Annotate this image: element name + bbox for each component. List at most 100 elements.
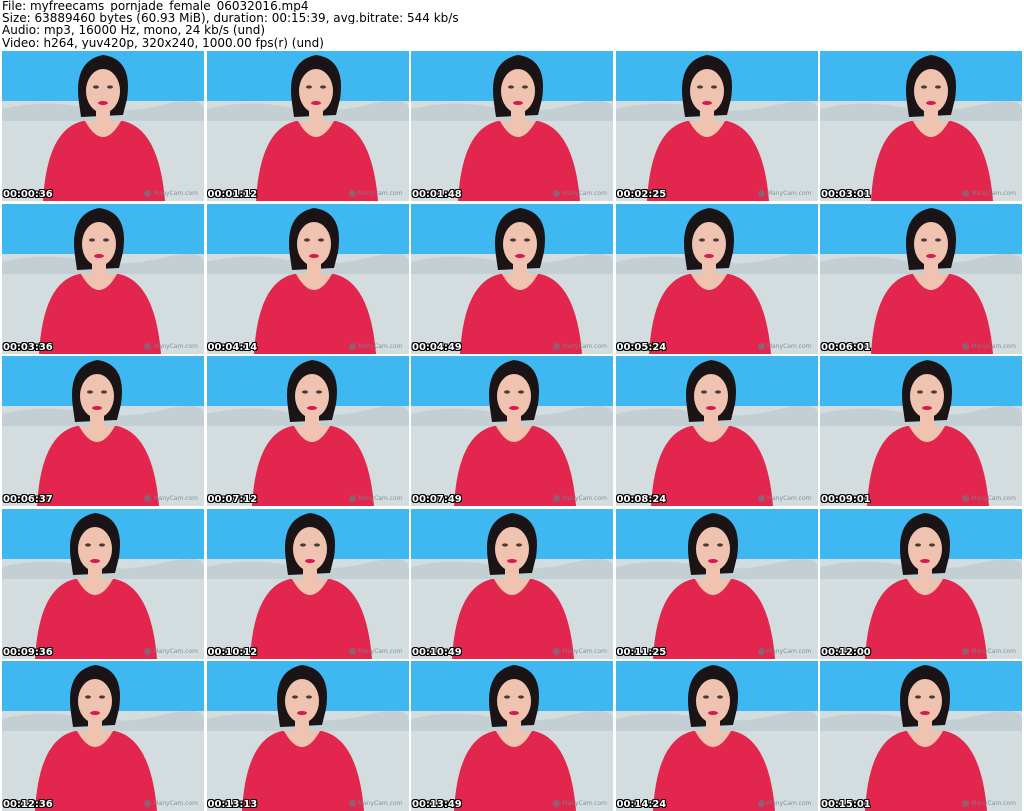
watermark: ManyCam.com xyxy=(144,495,198,502)
thumbnail-grid: ManyCam.com 00:00:36 ManyCam.com 00:01:12 Ma… xyxy=(2,51,1022,811)
frame-timestamp: 00:03:36 xyxy=(3,341,53,353)
frame-image xyxy=(206,508,409,659)
watermark: ManyCam.com xyxy=(348,647,403,655)
frame-image xyxy=(206,51,409,201)
watermark: ManyCam.com xyxy=(348,342,403,350)
watermark: ManyCam.com xyxy=(144,342,198,350)
watermark-logo-icon xyxy=(144,647,152,655)
watermark-logo-icon xyxy=(144,190,152,197)
video-frame-thumbnail: ManyCam.com 00:12:00 xyxy=(820,508,1022,659)
watermark: ManyCam.com xyxy=(757,190,812,197)
frame-image xyxy=(411,51,613,201)
watermark-logo-icon xyxy=(757,495,765,502)
watermark: ManyCam.com xyxy=(553,495,607,502)
watermark-text: ManyCam.com xyxy=(766,190,812,197)
watermark: ManyCam.com xyxy=(757,647,812,655)
watermark-logo-icon xyxy=(757,800,765,807)
watermark-text: ManyCam.com xyxy=(153,647,198,655)
watermark: ManyCam.com xyxy=(348,495,403,502)
watermark-logo-icon xyxy=(757,190,765,197)
file-info-header: File: myfreecams_pornjade_female_0603201… xyxy=(2,0,1022,50)
frame-timestamp: 00:10:12 xyxy=(207,646,258,658)
watermark-logo-icon xyxy=(757,647,765,655)
watermark-logo-icon xyxy=(348,647,356,655)
frame-timestamp: 00:04:14 xyxy=(207,341,258,353)
file-size-line: Size: 63889460 bytes (60.93 MiB), durati… xyxy=(2,12,459,25)
watermark-logo-icon xyxy=(962,800,970,807)
video-frame-thumbnail: ManyCam.com 00:13:13 xyxy=(206,661,409,811)
video-frame-thumbnail: ManyCam.com 00:09:36 xyxy=(2,508,204,659)
frame-image xyxy=(206,356,409,506)
frame-timestamp: 00:15:01 xyxy=(821,799,871,810)
video-frame-thumbnail: ManyCam.com 00:10:49 xyxy=(411,508,613,659)
frame-image xyxy=(411,203,613,354)
video-frame-thumbnail: ManyCam.com 00:07:12 xyxy=(206,356,409,506)
video-frame-thumbnail: ManyCam.com 00:10:12 xyxy=(206,508,409,659)
watermark: ManyCam.com xyxy=(962,190,1016,197)
frame-image xyxy=(411,661,613,811)
frame-timestamp: 00:09:01 xyxy=(821,494,871,505)
frame-image xyxy=(615,356,818,506)
frame-timestamp: 00:13:49 xyxy=(412,799,462,810)
watermark-text: ManyCam.com xyxy=(153,342,198,350)
video-frame-thumbnail: ManyCam.com 00:06:01 xyxy=(820,203,1022,354)
frame-image xyxy=(820,508,1022,659)
frame-timestamp: 00:05:24 xyxy=(616,341,667,353)
watermark-logo-icon xyxy=(144,342,152,350)
frame-timestamp: 00:01:12 xyxy=(207,189,258,200)
watermark: ManyCam.com xyxy=(962,647,1016,655)
frame-image xyxy=(820,661,1022,811)
watermark-text: ManyCam.com xyxy=(766,647,812,655)
watermark-text: ManyCam.com xyxy=(971,342,1016,350)
watermark-logo-icon xyxy=(144,800,152,807)
watermark: ManyCam.com xyxy=(144,800,198,807)
frame-timestamp: 00:14:24 xyxy=(616,799,667,810)
watermark-logo-icon xyxy=(962,190,970,197)
watermark-text: ManyCam.com xyxy=(971,800,1016,807)
watermark: ManyCam.com xyxy=(962,495,1016,502)
watermark-logo-icon xyxy=(553,495,561,502)
watermark-text: ManyCam.com xyxy=(153,495,198,502)
video-frame-thumbnail: ManyCam.com 00:13:49 xyxy=(411,661,613,811)
frame-image xyxy=(820,356,1022,506)
watermark-text: ManyCam.com xyxy=(153,190,198,197)
frame-image xyxy=(411,356,613,506)
watermark: ManyCam.com xyxy=(144,647,198,655)
watermark-logo-icon xyxy=(553,190,561,197)
watermark-text: ManyCam.com xyxy=(766,342,812,350)
frame-image xyxy=(615,661,818,811)
frame-image xyxy=(615,51,818,201)
watermark-text: ManyCam.com xyxy=(562,495,607,502)
frame-timestamp: 00:10:49 xyxy=(412,646,462,658)
watermark: ManyCam.com xyxy=(757,800,812,807)
audio-info-line: Audio: mp3, 16000 Hz, mono, 24 kb/s (und… xyxy=(2,24,266,37)
frame-image xyxy=(615,203,818,354)
video-frame-thumbnail: ManyCam.com 00:15:01 xyxy=(820,661,1022,811)
watermark-logo-icon xyxy=(144,495,152,502)
video-frame-thumbnail: ManyCam.com 00:01:48 xyxy=(411,51,613,201)
watermark-logo-icon xyxy=(962,647,970,655)
watermark: ManyCam.com xyxy=(553,190,607,197)
watermark-logo-icon xyxy=(348,342,356,350)
frame-timestamp: 00:04:49 xyxy=(412,341,462,353)
frame-timestamp: 00:02:25 xyxy=(616,189,667,200)
watermark: ManyCam.com xyxy=(553,800,607,807)
frame-timestamp: 00:09:36 xyxy=(3,646,53,658)
video-frame-thumbnail: ManyCam.com 00:00:36 xyxy=(2,51,204,201)
frame-timestamp: 00:06:37 xyxy=(3,494,53,505)
video-frame-thumbnail: ManyCam.com 00:09:01 xyxy=(820,356,1022,506)
video-frame-thumbnail: ManyCam.com 00:12:36 xyxy=(2,661,204,811)
video-frame-thumbnail: ManyCam.com 00:04:14 xyxy=(206,203,409,354)
video-frame-thumbnail: ManyCam.com 00:04:49 xyxy=(411,203,613,354)
video-info-line: Video: h264, yuv420p, 320x240, 1000.00 f… xyxy=(2,36,324,49)
frame-timestamp: 00:13:13 xyxy=(207,799,258,810)
watermark: ManyCam.com xyxy=(757,342,812,350)
frame-image xyxy=(2,51,204,201)
watermark-logo-icon xyxy=(348,190,356,197)
watermark-logo-icon xyxy=(757,342,765,350)
video-frame-thumbnail: ManyCam.com 00:14:24 xyxy=(615,661,818,811)
video-frame-thumbnail: ManyCam.com 00:11:25 xyxy=(615,508,818,659)
frame-timestamp: 00:06:01 xyxy=(821,341,871,353)
watermark-text: ManyCam.com xyxy=(357,647,403,655)
watermark-text: ManyCam.com xyxy=(971,495,1016,502)
